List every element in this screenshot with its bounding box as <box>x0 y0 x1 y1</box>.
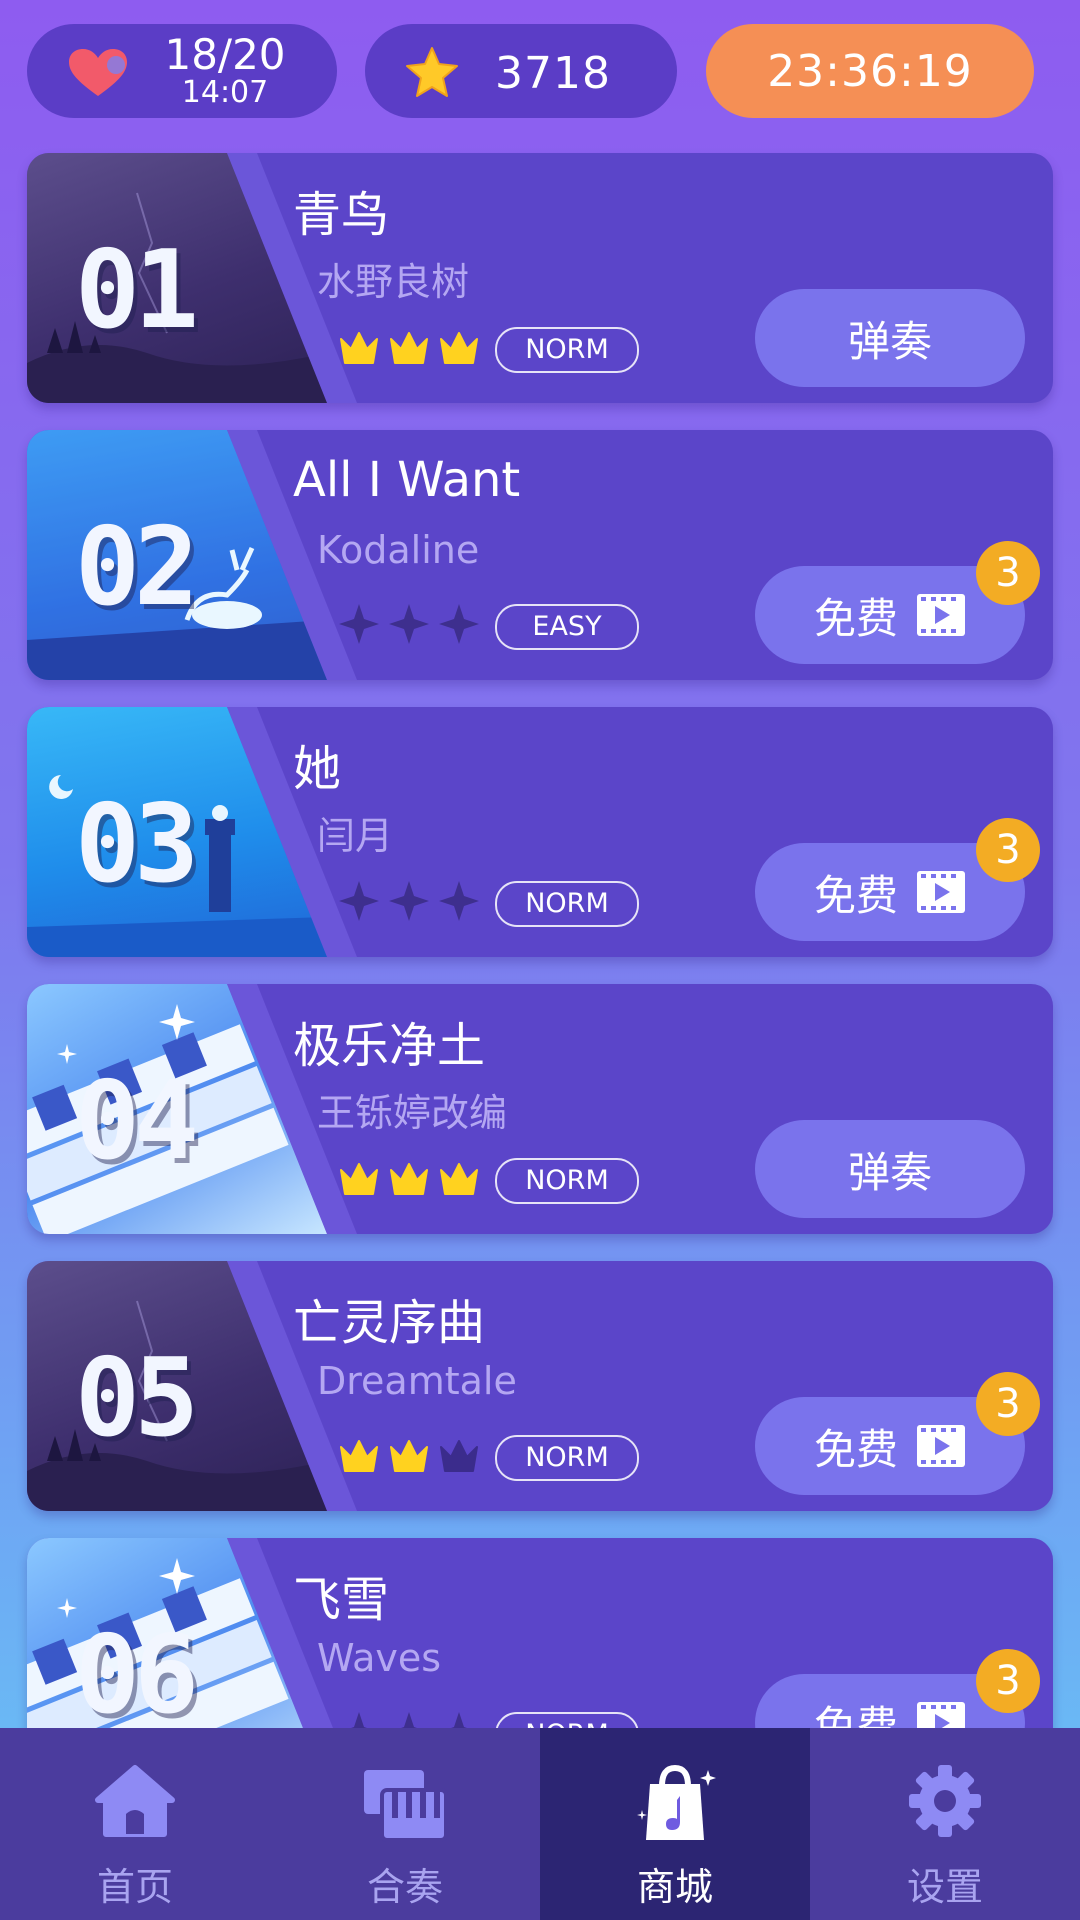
coins-pill[interactable]: 3718 <box>365 24 677 118</box>
song-title: 飞雪 <box>293 1572 390 1628</box>
song-rating <box>337 879 481 927</box>
lives-refill-timer: 14:07 <box>181 75 269 110</box>
star-icon <box>406 47 458 97</box>
nav-settings-label: 设置 <box>906 1865 983 1909</box>
song-number: 03 <box>75 782 199 907</box>
piano-keys-icon <box>364 1770 448 1842</box>
song-rating <box>337 602 481 650</box>
crown-filled-icon <box>337 1433 381 1481</box>
event-countdown: 23:36:19 <box>767 45 973 97</box>
crown-filled-icon <box>387 1156 431 1204</box>
song-artist: 水野良树 <box>317 260 470 304</box>
crown-empty-icon <box>437 1433 481 1481</box>
song-card[interactable]: 03 她闫月 NORM 免费 3 <box>27 707 1053 957</box>
song-artist: 王铄婷改编 <box>317 1091 508 1135</box>
crown-filled-icon <box>387 325 431 373</box>
crown-filled-icon <box>337 1156 381 1204</box>
home-icon <box>95 1765 175 1837</box>
crown-filled-icon <box>437 325 481 373</box>
song-title: All I Want <box>293 452 521 508</box>
free-count-badge: 3 <box>976 1372 1040 1436</box>
song-number: 01 <box>75 228 199 353</box>
difficulty-badge: EASY <box>495 604 639 650</box>
song-artist: Dreamtale <box>317 1359 517 1403</box>
nav-shop[interactable]: 商城 <box>540 1728 810 1920</box>
nav-shop-label: 商城 <box>636 1865 713 1909</box>
heart-icon <box>69 49 127 96</box>
song-list: 01 青鸟水野良树 NORM 弹奏 02 All I Want Kodaline EASY 免… <box>27 153 1053 1815</box>
song-artist: Kodaline <box>317 528 480 572</box>
song-card[interactable]: 04 极乐净土王铄婷改编 NORM 弹奏 <box>27 984 1053 1234</box>
song-number: 04 <box>75 1059 199 1184</box>
play-button-label: 免费 <box>813 593 898 643</box>
song-title: 亡灵序曲 <box>293 1295 486 1351</box>
play-button-label: 免费 <box>813 1424 898 1474</box>
difficulty-badge: NORM <box>495 327 639 373</box>
difficulty-badge: NORM <box>495 881 639 927</box>
star-empty-icon <box>387 879 431 927</box>
play-button[interactable]: 弹奏 <box>755 1120 1025 1218</box>
nav-home-label: 首页 <box>96 1865 173 1909</box>
song-rating <box>337 325 481 373</box>
song-title: 她 <box>293 741 342 797</box>
event-timer-pill[interactable]: 23:36:19 <box>706 24 1034 118</box>
play-button-label: 弹奏 <box>847 316 932 366</box>
status-bar: 18/20 14:07 3718 23:36:19 <box>0 0 1080 140</box>
coin-balance: 3718 <box>495 48 611 99</box>
song-title: 青鸟 <box>293 187 390 243</box>
lives-count: 18/20 <box>164 30 286 79</box>
star-empty-icon <box>337 602 381 650</box>
crown-filled-icon <box>337 325 381 373</box>
song-card[interactable]: 01 青鸟水野良树 NORM 弹奏 <box>27 153 1053 403</box>
song-number: 05 <box>75 1336 199 1461</box>
crown-filled-icon <box>437 1156 481 1204</box>
play-button-label: 免费 <box>813 870 898 920</box>
shop-bag-icon <box>637 1764 716 1840</box>
free-count-badge: 3 <box>976 818 1040 882</box>
video-ad-icon <box>917 1425 965 1467</box>
video-ad-icon <box>917 594 965 636</box>
star-empty-icon <box>437 602 481 650</box>
difficulty-badge: NORM <box>495 1435 639 1481</box>
song-artist: 闫月 <box>317 814 394 858</box>
play-button-label: 弹奏 <box>847 1147 932 1197</box>
song-number: 06 <box>75 1613 199 1738</box>
song-rating <box>337 1156 481 1204</box>
star-empty-icon <box>437 879 481 927</box>
free-count-badge: 3 <box>976 1649 1040 1713</box>
song-number: 02 <box>75 505 199 630</box>
star-empty-icon <box>337 879 381 927</box>
song-artist: Waves <box>317 1636 442 1680</box>
song-rating <box>337 1433 481 1481</box>
song-title: 极乐净土 <box>293 1018 486 1074</box>
free-count-badge: 3 <box>976 541 1040 605</box>
nav-settings[interactable]: 设置 <box>810 1728 1080 1920</box>
play-button[interactable]: 弹奏 <box>755 289 1025 387</box>
bottom-nav: 首页 合奏 商城 设置 <box>0 1728 1080 1920</box>
star-empty-icon <box>387 602 431 650</box>
nav-ensemble-label: 合奏 <box>366 1865 443 1909</box>
video-ad-icon <box>917 871 965 913</box>
lives-pill[interactable]: 18/20 14:07 <box>27 24 337 118</box>
crown-filled-icon <box>387 1433 431 1481</box>
song-card[interactable]: 02 All I Want Kodaline EASY 免费 3 <box>27 430 1053 680</box>
difficulty-badge: NORM <box>495 1158 639 1204</box>
gear-icon <box>909 1765 981 1837</box>
nav-home[interactable]: 首页 <box>0 1728 270 1920</box>
song-card[interactable]: 05 亡灵序曲 Dreamtale NORM 免费 3 <box>27 1261 1053 1511</box>
nav-ensemble[interactable]: 合奏 <box>270 1728 540 1920</box>
